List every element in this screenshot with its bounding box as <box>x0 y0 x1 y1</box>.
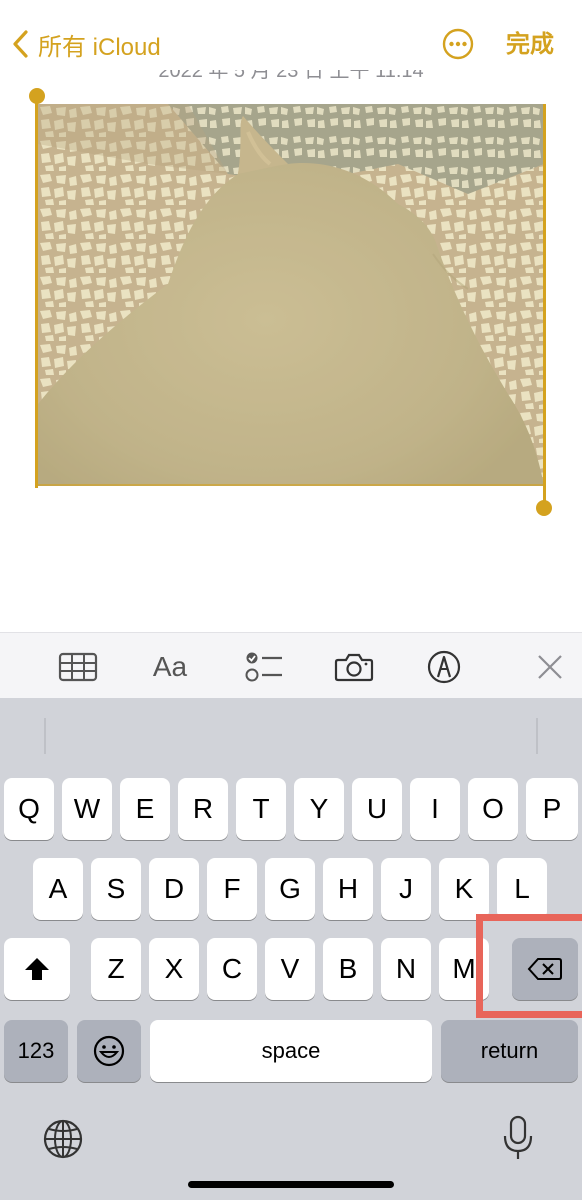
key-l[interactable]: L <box>497 858 547 920</box>
key-x[interactable]: X <box>149 938 199 1000</box>
selection-edge-bottom <box>38 484 544 486</box>
key-h[interactable]: H <box>323 858 373 920</box>
note-date-stamp: 2022 年 5 月 23 日 上午 11:14 <box>0 70 582 94</box>
ellipsis-circle-icon <box>442 28 474 60</box>
emoji-key[interactable] <box>77 1020 141 1082</box>
table-icon <box>58 652 98 682</box>
key-c[interactable]: C <box>207 938 257 1000</box>
key-r[interactable]: R <box>178 778 228 840</box>
selection-edge-left <box>35 96 38 488</box>
shift-icon <box>25 958 49 980</box>
more-options-button[interactable] <box>442 28 474 60</box>
key-j[interactable]: J <box>381 858 431 920</box>
checklist-icon <box>245 652 282 682</box>
globe-icon <box>43 1119 83 1159</box>
key-d[interactable]: D <box>149 858 199 920</box>
return-key[interactable]: return <box>441 1020 578 1082</box>
key-b[interactable]: B <box>323 938 373 1000</box>
checklist-button[interactable] <box>244 647 284 687</box>
key-q[interactable]: Q <box>4 778 54 840</box>
key-g[interactable]: G <box>265 858 315 920</box>
prediction-separator <box>44 718 46 754</box>
dictation-button[interactable] <box>502 1114 534 1162</box>
back-button[interactable]: 所有 iCloud <box>10 26 161 62</box>
shift-key[interactable] <box>4 938 70 1000</box>
cat-photo-image <box>38 104 544 486</box>
text-format-button[interactable]: Aa <box>150 647 190 687</box>
back-button-label: 所有 iCloud <box>38 33 161 61</box>
microphone-icon <box>503 1115 533 1159</box>
key-z[interactable]: Z <box>91 938 141 1000</box>
key-n[interactable]: N <box>381 938 431 1000</box>
key-k[interactable]: K <box>439 858 489 920</box>
key-s[interactable]: S <box>91 858 141 920</box>
delete-key-highlight <box>476 914 582 1018</box>
key-a[interactable]: A <box>33 858 83 920</box>
prediction-separator <box>536 718 538 754</box>
key-y[interactable]: Y <box>294 778 344 840</box>
globe-button[interactable] <box>42 1118 84 1160</box>
key-e[interactable]: E <box>120 778 170 840</box>
key-f[interactable]: F <box>207 858 257 920</box>
note-photo-selected[interactable] <box>38 104 544 486</box>
selection-handle-start[interactable] <box>29 88 45 104</box>
note-date-text: 2022 年 5 月 23 日 上午 11:14 <box>158 70 424 82</box>
space-key[interactable]: space <box>150 1020 432 1082</box>
close-icon <box>538 655 562 679</box>
selection-edge-right <box>543 104 546 508</box>
numbers-key[interactable]: 123 <box>4 1020 68 1082</box>
key-p[interactable]: P <box>526 778 578 840</box>
emoji-icon <box>93 1035 125 1067</box>
key-w[interactable]: W <box>62 778 112 840</box>
key-i[interactable]: I <box>410 778 460 840</box>
table-button[interactable] <box>58 647 98 687</box>
markup-button[interactable] <box>424 647 464 687</box>
chevron-left-icon <box>13 30 28 58</box>
camera-button[interactable] <box>334 647 374 687</box>
key-t[interactable]: T <box>236 778 286 840</box>
camera-icon <box>334 653 374 682</box>
formatting-toolbar: Aa <box>0 632 582 698</box>
done-button[interactable]: 完成 <box>506 28 554 62</box>
close-toolbar-button[interactable] <box>530 647 570 687</box>
selection-handle-end[interactable] <box>536 500 552 516</box>
home-indicator[interactable] <box>188 1181 394 1188</box>
key-u[interactable]: U <box>352 778 402 840</box>
markup-pen-icon <box>427 650 461 684</box>
key-o[interactable]: O <box>468 778 518 840</box>
key-v[interactable]: V <box>265 938 315 1000</box>
